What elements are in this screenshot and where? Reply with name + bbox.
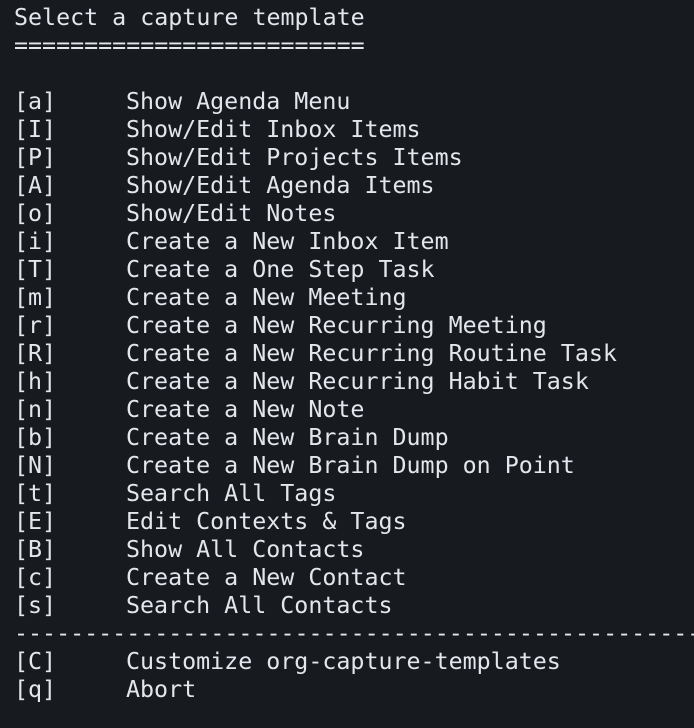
menu-item-key: [b] <box>14 424 57 451</box>
menu-item-1[interactable]: [I] Show/Edit Inbox Items <box>14 116 694 144</box>
menu-item-2[interactable]: [P] Show/Edit Projects Items <box>14 144 694 172</box>
menu-item-4[interactable]: [o] Show/Edit Notes <box>14 200 694 228</box>
menu-item-key: [o] <box>14 200 57 227</box>
menu-item-label: Customize org-capture-templates <box>126 648 561 675</box>
menu-item-key: [m] <box>14 284 57 311</box>
menu-item-18[interactable]: [s] Search All Contacts <box>14 592 694 620</box>
menu-item-17[interactable]: [c] Create a New Contact <box>14 564 694 592</box>
menu-item-label: Edit Contexts & Tags <box>126 508 407 535</box>
menu-item-key: [R] <box>14 340 57 367</box>
menu-item-key: [h] <box>14 368 57 395</box>
menu-item-10[interactable]: [h] Create a New Recurring Habit Task <box>14 368 694 396</box>
menu-item-label: Search All Tags <box>126 480 337 507</box>
menu-item-label: Create a New Inbox Item <box>126 228 449 255</box>
menu-item-label: Create a New Brain Dump <box>126 424 449 451</box>
menu-item-key: [c] <box>14 564 57 591</box>
menu-item-14[interactable]: [t] Search All Tags <box>14 480 694 508</box>
menu-item-8[interactable]: [r] Create a New Recurring Meeting <box>14 312 694 340</box>
menu-item-key: [A] <box>14 172 57 199</box>
menu-item-key: [N] <box>14 452 57 479</box>
menu-item-label: Show/Edit Agenda Items <box>126 172 435 199</box>
menu-item-12[interactable]: [b] Create a New Brain Dump <box>14 424 694 452</box>
menu-item-key: [r] <box>14 312 57 339</box>
menu-item-label: Create a New Brain Dump on Point <box>126 452 575 479</box>
menu-item-key: [P] <box>14 144 57 171</box>
footer-item-0[interactable]: [C] Customize org-capture-templates <box>14 648 694 676</box>
menu-item-key: [I] <box>14 116 57 143</box>
menu-item-label: Show/Edit Projects Items <box>126 144 463 171</box>
menu-item-7[interactable]: [m] Create a New Meeting <box>14 284 694 312</box>
menu-item-label: Create a New Recurring Meeting <box>126 312 547 339</box>
menu-item-key: [a] <box>14 88 57 115</box>
footer-item-1[interactable]: [q] Abort <box>14 676 694 704</box>
menu-separator: ----------------------------------------… <box>14 620 694 647</box>
menu-item-key: [C] <box>14 648 57 675</box>
menu-item-label: Create a New Recurring Routine Task <box>126 340 617 367</box>
menu-item-label: Show/Edit Inbox Items <box>126 116 421 143</box>
page-title: Select a capture template <box>14 4 365 31</box>
menu-item-key: [s] <box>14 592 57 619</box>
menu-item-label: Create a One Step Task <box>126 256 435 283</box>
menu-item-label: Abort <box>126 676 197 703</box>
menu-item-label: Show/Edit Notes <box>126 200 337 227</box>
menu-item-label: Show All Contacts <box>126 536 365 563</box>
menu-item-6[interactable]: [T] Create a One Step Task <box>14 256 694 284</box>
menu-item-label: Create a New Recurring Habit Task <box>126 368 589 395</box>
menu-item-key: [B] <box>14 536 57 563</box>
menu-item-key: [q] <box>14 676 57 703</box>
menu-item-label: Search All Contacts <box>126 592 393 619</box>
menu-item-16[interactable]: [B] Show All Contacts <box>14 536 694 564</box>
menu-item-key: [E] <box>14 508 57 535</box>
menu-item-key: [t] <box>14 480 57 507</box>
menu-item-9[interactable]: [R] Create a New Recurring Routine Task <box>14 340 694 368</box>
menu-item-key: [i] <box>14 228 57 255</box>
menu-item-label: Create a New Note <box>126 396 365 423</box>
menu-item-key: [n] <box>14 396 57 423</box>
menu-item-label: Create a New Meeting <box>126 284 407 311</box>
menu-item-13[interactable]: [N] Create a New Brain Dump on Point <box>14 452 694 480</box>
menu-item-key: [T] <box>14 256 57 283</box>
menu-item-0[interactable]: [a] Show Agenda Menu <box>14 88 694 116</box>
menu-item-15[interactable]: [E] Edit Contexts & Tags <box>14 508 694 536</box>
menu-item-label: Show Agenda Menu <box>126 88 351 115</box>
menu-item-11[interactable]: [n] Create a New Note <box>14 396 694 424</box>
title-underline: ========================= <box>14 32 365 59</box>
menu-item-3[interactable]: [A] Show/Edit Agenda Items <box>14 172 694 200</box>
menu-item-label: Create a New Contact <box>126 564 407 591</box>
menu-item-5[interactable]: [i] Create a New Inbox Item <box>14 228 694 256</box>
